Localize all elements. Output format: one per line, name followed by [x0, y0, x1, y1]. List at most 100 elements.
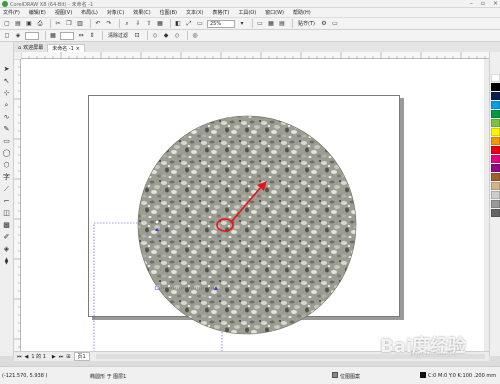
menu-item[interactable]: 效果(C)	[133, 9, 150, 16]
palette-swatch[interactable]	[490, 83, 500, 91]
menu-item[interactable]: 编辑(E)	[29, 9, 46, 16]
eyedropper-tool-icon[interactable]: ✐	[2, 232, 12, 242]
guidelines-icon[interactable]: ▤	[278, 20, 286, 28]
options-gear-icon[interactable]: ⚙	[320, 20, 328, 28]
selection-mode-select[interactable]	[25, 31, 39, 40]
minimize-icon[interactable]: –	[470, 0, 473, 8]
palette-swatch[interactable]	[490, 110, 500, 118]
node-icon[interactable]: ◇	[151, 32, 159, 40]
reduce-nodes-icon[interactable]: ⊡	[133, 32, 141, 40]
palette-swatch[interactable]	[490, 173, 500, 181]
zoom-tool-icon[interactable]: ⌕	[2, 100, 12, 110]
maximize-icon[interactable]: ▫	[481, 0, 485, 8]
menu-item[interactable]: 窗口(W)	[265, 9, 284, 16]
prev-page-icon[interactable]: ◀	[25, 354, 29, 360]
parallel-dimension-icon[interactable]: ⟋	[2, 184, 12, 194]
menu-item[interactable]: 文件(F)	[3, 9, 20, 16]
add-page-icon[interactable]: ⊞	[66, 354, 70, 360]
grid-layout-icon[interactable]: ▦	[49, 32, 57, 40]
zoom-level-select[interactable]: 25%	[207, 19, 235, 28]
polygon-tool-icon[interactable]: ⬡	[2, 160, 12, 170]
cut-icon[interactable]: ✂	[54, 20, 62, 28]
menu-item[interactable]: 表格(T)	[212, 9, 229, 16]
palette-swatch[interactable]	[490, 137, 500, 145]
palette-swatch[interactable]	[490, 155, 500, 163]
node-icon[interactable]: ◇	[173, 32, 181, 40]
palette-swatch[interactable]	[490, 101, 500, 109]
new-document-icon[interactable]: ▢	[3, 20, 11, 28]
clear-filter-dropdown[interactable]: 清除过滤	[106, 32, 130, 40]
palette-swatch[interactable]	[490, 74, 500, 82]
snap-to-dropdown[interactable]: 贴齐(T)	[296, 20, 317, 28]
transparency-tool-icon[interactable]: ▩	[2, 220, 12, 230]
shape-mode-icon[interactable]: ◻	[3, 32, 11, 40]
drawing-canvas[interactable]	[21, 59, 489, 351]
palette-swatch[interactable]	[490, 146, 500, 154]
print-icon[interactable]: ⎙	[36, 20, 44, 28]
grid-icon[interactable]: ▦	[267, 20, 275, 28]
menu-item[interactable]: 视图(V)	[55, 9, 72, 16]
undo-icon[interactable]: ↶	[94, 20, 102, 28]
flip-horizontal-icon[interactable]: ⇔	[77, 32, 85, 40]
gravel-filled-circle[interactable]	[137, 115, 357, 335]
next-page-icon[interactable]: ▶	[52, 354, 56, 360]
palette-swatch[interactable]	[490, 182, 500, 190]
menu-item[interactable]: 布局(L)	[81, 9, 98, 16]
rectangle-tool-icon[interactable]: ▭	[2, 136, 12, 146]
rulers-icon[interactable]: ▭	[256, 20, 264, 28]
open-icon[interactable]: ▤	[14, 20, 22, 28]
menu-item[interactable]: 帮助(H)	[293, 9, 311, 16]
crop-tool-icon[interactable]: ⊹	[2, 88, 12, 98]
menu-item[interactable]: 文本(X)	[186, 9, 203, 16]
palette-swatch[interactable]	[490, 119, 500, 127]
menu-item[interactable]: 工具(O)	[238, 9, 256, 16]
app-launcher-icon[interactable]: ◧	[174, 20, 182, 28]
fill-swatch-icon[interactable]	[332, 372, 338, 378]
search-content-icon[interactable]: ⌕	[123, 20, 131, 28]
close-curve-icon[interactable]: ◎	[191, 32, 199, 40]
close-icon[interactable]: ×	[493, 0, 498, 8]
paste-icon[interactable]: ▥	[76, 20, 84, 28]
save-icon[interactable]: ▣	[25, 20, 33, 28]
ruler-corner[interactable]	[14, 52, 21, 59]
palette-swatch[interactable]	[490, 92, 500, 100]
ellipse-tool-icon[interactable]: ◯	[2, 148, 12, 158]
palette-swatch[interactable]	[490, 191, 500, 199]
fullscreen-icon[interactable]: ⤢	[185, 20, 193, 28]
zoom-icon[interactable]: ▭	[196, 20, 204, 28]
flip-vertical-icon[interactable]: ⇕	[88, 32, 96, 40]
menu-item[interactable]: 位图(B)	[160, 9, 177, 16]
page-tab-1[interactable]: 页1	[73, 352, 90, 361]
connector-tool-icon[interactable]: ⌐	[2, 196, 12, 206]
interactive-fill-icon[interactable]: ◈	[2, 244, 12, 254]
shape-tool-icon[interactable]: ↖	[2, 76, 12, 86]
freehand-tool-icon[interactable]: ∿	[2, 112, 12, 122]
node-type-select[interactable]	[60, 31, 74, 40]
publish-pdf-icon[interactable]: ▦	[156, 20, 164, 28]
first-page-icon[interactable]: ⏮	[17, 354, 22, 360]
horizontal-ruler[interactable]	[20, 52, 489, 59]
vertical-ruler[interactable]	[14, 58, 21, 351]
tab-document[interactable]: 未命名 -1 ×	[47, 44, 85, 52]
shadow-tool-icon[interactable]: ◫	[2, 208, 12, 218]
artistic-media-icon[interactable]: ✎	[2, 124, 12, 134]
palette-swatch[interactable]	[490, 164, 500, 172]
text-tool-icon[interactable]: 字	[2, 172, 12, 182]
text-options-icon[interactable]: ▭	[331, 20, 339, 28]
menu-item[interactable]: 对象(C)	[107, 9, 124, 16]
palette-swatch[interactable]	[490, 200, 500, 208]
chevron-down-icon[interactable]: ▾	[238, 20, 246, 28]
tab-welcome-screen[interactable]: ⌂ 欢迎屏幕	[14, 44, 47, 52]
node-icon[interactable]: ◆	[162, 32, 170, 40]
redo-icon[interactable]: ↷	[105, 20, 113, 28]
outline-swatch-icon[interactable]	[420, 372, 426, 378]
copy-icon[interactable]: ❐	[65, 20, 73, 28]
palette-swatch[interactable]	[490, 128, 500, 136]
palette-swatch[interactable]	[490, 209, 500, 217]
pick-tool-icon[interactable]: ➤	[2, 64, 12, 74]
last-page-icon[interactable]: ⏭	[59, 354, 64, 360]
path-select-icon[interactable]: ◈	[14, 32, 22, 40]
export-icon[interactable]: ⇧	[145, 20, 153, 28]
fill-handle-center[interactable]	[154, 219, 160, 225]
smart-fill-icon[interactable]: ⧫	[2, 256, 12, 266]
